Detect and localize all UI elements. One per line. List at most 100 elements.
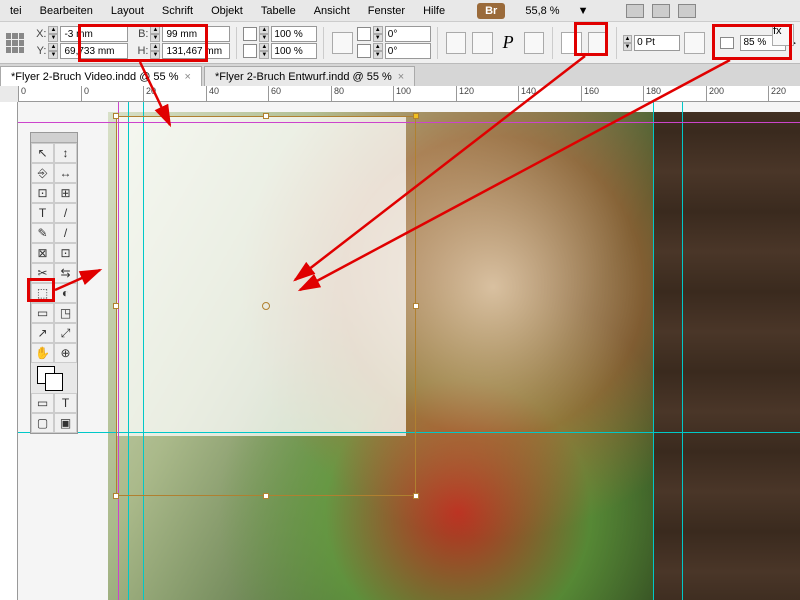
- horizontal-ruler[interactable]: 0020406080100120140160180200220240: [18, 86, 800, 102]
- tab-entwurf[interactable]: *Flyer 2-Bruch Entwurf.indd @ 55 %×: [204, 66, 415, 86]
- w-input[interactable]: [162, 26, 230, 42]
- ruler-tick: 80: [331, 86, 344, 102]
- handle-ne[interactable]: [413, 113, 419, 119]
- tools-panel: ↖↕⎆↔⊡⊞T/✎/⊠⊡✂⇆⬚◐▭◳↗⤢✋⊕ ▭ T ▢ ▣: [30, 132, 78, 434]
- y-spinner[interactable]: ▲▼: [48, 43, 58, 59]
- view-normal-icon[interactable]: ▢: [31, 413, 54, 433]
- stroke-weight-input[interactable]: [634, 35, 680, 51]
- tool-21[interactable]: ⊕: [54, 343, 77, 363]
- stroke-swatch[interactable]: [588, 32, 608, 54]
- tool-13[interactable]: ⇆: [54, 263, 77, 283]
- tool-17[interactable]: ◳: [54, 303, 77, 323]
- tool-2[interactable]: ⎆: [31, 163, 54, 183]
- tab-video[interactable]: *Flyer 2-Bruch Video.indd @ 55 %×: [0, 66, 202, 86]
- tool-16[interactable]: ▭: [31, 303, 54, 323]
- x-spinner[interactable]: ▲▼: [48, 26, 58, 42]
- ruler-tick: 100: [393, 86, 411, 102]
- constrain-icon[interactable]: [332, 32, 352, 54]
- w-spinner[interactable]: ▲▼: [150, 26, 160, 42]
- scale-y-input[interactable]: [271, 43, 317, 59]
- scale-y-icon: [243, 44, 257, 58]
- tool-10[interactable]: ⊠: [31, 243, 54, 263]
- flip-v-icon[interactable]: [472, 32, 492, 54]
- wood-panel: [653, 112, 800, 600]
- fill-swatch[interactable]: [561, 32, 581, 54]
- menubar: tei Bearbeiten Layout Schrift Objekt Tab…: [0, 0, 800, 22]
- stroke-style-icon[interactable]: [684, 32, 704, 54]
- canvas[interactable]: ↖↕⎆↔⊡⊞T/✎/⊠⊡✂⇆⬚◐▭◳↗⤢✋⊕ ▭ T ▢ ▣: [18, 102, 800, 600]
- menu-tei[interactable]: tei: [4, 3, 28, 19]
- tool-3[interactable]: ↔: [54, 163, 77, 183]
- tool-14[interactable]: ⬚: [31, 283, 54, 303]
- vertical-ruler[interactable]: [0, 102, 18, 600]
- arrange-icon[interactable]: [652, 4, 670, 18]
- stroke-color[interactable]: [45, 373, 63, 391]
- ruler-tick: 140: [518, 86, 536, 102]
- h-input[interactable]: [162, 43, 230, 59]
- paragraph-icon[interactable]: P: [503, 32, 514, 53]
- tool-7[interactable]: /: [54, 203, 77, 223]
- menu-layout[interactable]: Layout: [105, 3, 150, 19]
- menu-objekt[interactable]: Objekt: [205, 3, 249, 19]
- tool-18[interactable]: ↗: [31, 323, 54, 343]
- center-point[interactable]: [262, 302, 270, 310]
- bridge-button[interactable]: Br: [477, 3, 505, 19]
- tool-20[interactable]: ✋: [31, 343, 54, 363]
- handle-n[interactable]: [263, 113, 269, 119]
- view-icon[interactable]: [678, 4, 696, 18]
- shear-input[interactable]: [385, 43, 431, 59]
- guide[interactable]: [682, 102, 683, 600]
- zoom-value[interactable]: 55,8 %: [519, 3, 565, 19]
- zoom-dropdown-icon[interactable]: ▼: [572, 3, 595, 19]
- rotate-input[interactable]: [385, 26, 431, 42]
- menu-tabelle[interactable]: Tabelle: [255, 3, 302, 19]
- x-input[interactable]: [60, 26, 128, 42]
- screen-mode-icon[interactable]: [626, 4, 644, 18]
- rotate-icon: [357, 27, 371, 41]
- handle-e[interactable]: [413, 303, 419, 309]
- misc-icon[interactable]: [524, 32, 544, 54]
- handle-s[interactable]: [263, 493, 269, 499]
- tool-4[interactable]: ⊡: [31, 183, 54, 203]
- guide[interactable]: [653, 102, 654, 600]
- flip-h-icon[interactable]: [446, 32, 466, 54]
- scale-x-input[interactable]: [271, 26, 317, 42]
- menu-fenster[interactable]: Fenster: [362, 3, 411, 19]
- shear-icon: [357, 44, 371, 58]
- tool-0[interactable]: ↖: [31, 143, 54, 163]
- close-icon[interactable]: ×: [185, 71, 191, 83]
- fx-icon[interactable]: fx: [772, 24, 794, 46]
- tool-9[interactable]: /: [54, 223, 77, 243]
- menu-ansicht[interactable]: Ansicht: [308, 3, 356, 19]
- tool-12[interactable]: ✂: [31, 263, 54, 283]
- view-preview-icon[interactable]: ▣: [54, 413, 77, 433]
- h-spinner[interactable]: ▲▼: [150, 43, 160, 59]
- tool-1[interactable]: ↕: [54, 143, 77, 163]
- panel-grip[interactable]: [31, 133, 77, 143]
- apply-color-icon[interactable]: ▭: [31, 393, 54, 413]
- reference-point[interactable]: [4, 31, 26, 55]
- selection-frame[interactable]: [116, 116, 416, 496]
- tool-19[interactable]: ⤢: [54, 323, 77, 343]
- tool-8[interactable]: ✎: [31, 223, 54, 243]
- x-label: X:: [32, 28, 46, 40]
- scale-x-icon: [243, 27, 257, 41]
- y-label: Y:: [32, 45, 46, 57]
- menu-schrift[interactable]: Schrift: [156, 3, 199, 19]
- close-icon[interactable]: ×: [398, 71, 404, 83]
- handle-nw[interactable]: [113, 113, 119, 119]
- handle-sw[interactable]: [113, 493, 119, 499]
- handle-w[interactable]: [113, 303, 119, 309]
- ruler-tick: 0: [81, 86, 89, 102]
- color-swatches[interactable]: [31, 363, 77, 393]
- tool-5[interactable]: ⊞: [54, 183, 77, 203]
- menu-bearbeiten[interactable]: Bearbeiten: [34, 3, 99, 19]
- handle-se[interactable]: [413, 493, 419, 499]
- tool-15[interactable]: ◐: [54, 283, 77, 303]
- tool-11[interactable]: ⊡: [54, 243, 77, 263]
- menu-hilfe[interactable]: Hilfe: [417, 3, 451, 19]
- ruler-tick: 180: [643, 86, 661, 102]
- y-input[interactable]: [60, 43, 128, 59]
- apply-none-icon[interactable]: T: [54, 393, 77, 413]
- tool-6[interactable]: T: [31, 203, 54, 223]
